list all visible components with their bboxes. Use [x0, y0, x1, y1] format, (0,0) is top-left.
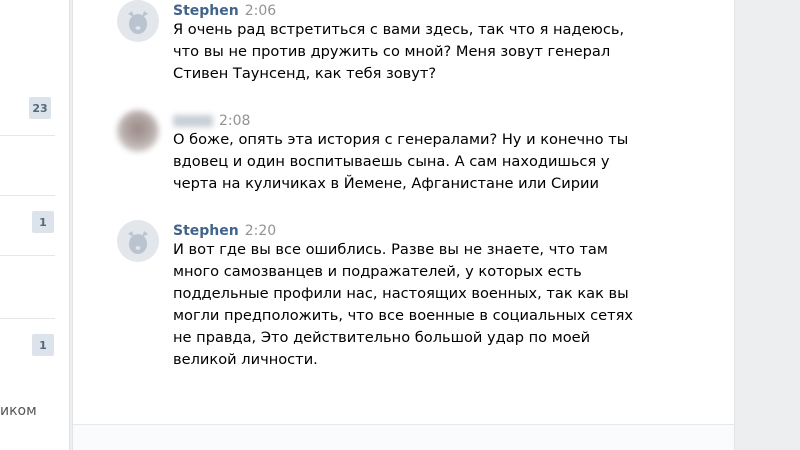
message-text: И вот где вы все ошиблись. Разве вы не з…	[173, 241, 634, 368]
divider	[0, 195, 55, 196]
message-author-link[interactable]: Stephen	[173, 3, 239, 19]
divider	[0, 135, 55, 136]
message-author-link[interactable]	[173, 114, 213, 127]
message-time: 2:08	[219, 113, 251, 129]
message-composer-area[interactable]	[73, 424, 734, 450]
vk-dog-icon[interactable]	[117, 220, 159, 262]
divider	[0, 255, 55, 256]
user-avatar-photo[interactable]	[117, 110, 159, 152]
message-time: 2:06	[244, 3, 277, 19]
sidebar-partial-label: иком	[0, 403, 37, 419]
unread-count-badge[interactable]: 1	[32, 211, 54, 233]
message-text: Я очень рад встретиться с вами здесь, та…	[173, 21, 625, 82]
right-gutter	[736, 0, 800, 450]
unread-count-badge[interactable]: 23	[29, 97, 51, 119]
unread-count-badge[interactable]: 1	[32, 334, 54, 356]
conversation-panel: Stephen 2:06 Я очень рад встретиться с ва…	[72, 0, 735, 450]
vk-dog-icon[interactable]	[117, 0, 159, 42]
left-sidebar: 23 1 1 иком	[0, 0, 70, 450]
divider	[0, 318, 55, 319]
message-author-link[interactable]: Stephen	[173, 223, 239, 239]
message-text: О боже, опять эта история с генералами? …	[173, 131, 629, 192]
message-time: 2:20	[244, 223, 277, 239]
